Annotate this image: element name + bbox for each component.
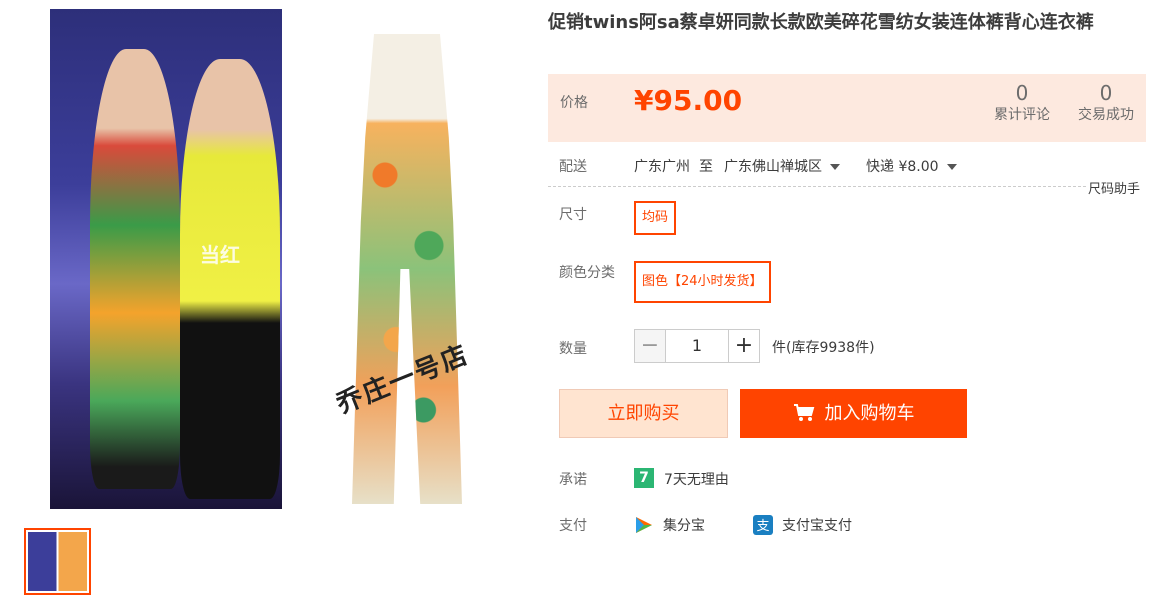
color-label: 颜色分类: [559, 265, 615, 281]
jifenbao-icon: [636, 517, 652, 533]
shipping-label: 配送: [559, 159, 587, 175]
deal-count: 0: [1099, 81, 1113, 105]
ship-to-select[interactable]: 广东佛山禅城区: [724, 156, 840, 176]
person-right: [180, 59, 280, 499]
thumbnail-image: [28, 532, 87, 591]
main-product-image[interactable]: 当红 乔庄一号店: [24, 9, 524, 509]
deal-label: 交易成功: [1078, 107, 1134, 123]
stock-text: 件(库存9938件): [772, 340, 875, 356]
ship-from: 广东广州: [634, 159, 690, 175]
color-option[interactable]: 图色【24小时发货】: [634, 261, 771, 303]
promise-text[interactable]: 7天无理由: [664, 469, 729, 489]
person-left: [90, 49, 180, 489]
quantity-stepper: − 1 +: [634, 329, 760, 363]
alipay-icon: 支: [753, 515, 773, 535]
product-title: 促销twins阿sa蔡卓妍同款长款欧美碎花雪纺女装连体裤背心连衣裤: [548, 12, 1094, 33]
cart-icon: [793, 404, 814, 421]
svg-text:支: 支: [756, 519, 769, 534]
price-value: ¥95.00: [634, 84, 743, 117]
gallery-thumbnail[interactable]: [24, 528, 91, 595]
decrease-button[interactable]: −: [634, 329, 666, 363]
payment-label: 支付: [559, 518, 587, 534]
ship-to-value: 广东佛山禅城区: [724, 159, 822, 175]
payment-alipay: 支付宝支付: [782, 518, 852, 534]
tv-logo: 当红: [200, 243, 240, 267]
promise-label: 承诺: [559, 472, 587, 488]
review-label: 累计评论: [994, 107, 1050, 123]
add-to-cart-label: 加入购物车: [824, 403, 915, 424]
chevron-down-icon: [830, 164, 840, 170]
payment-jifenbao: 集分宝: [663, 518, 705, 534]
ship-method-value: 快递 ¥8.00: [866, 159, 939, 175]
increase-button[interactable]: +: [728, 329, 760, 363]
add-to-cart-button[interactable]: 加入购物车: [740, 389, 967, 438]
seven-day-return-icon: 7: [634, 468, 654, 488]
size-option[interactable]: 均码: [634, 201, 677, 235]
price-label: 价格: [560, 95, 588, 111]
divider: [548, 186, 1086, 187]
jumpsuit-image: [352, 34, 462, 504]
ship-to-word: 至: [699, 159, 713, 175]
review-stat[interactable]: 0 累计评论: [990, 82, 1054, 124]
price-panel: 价格 ¥95.00 0 累计评论 0 交易成功: [548, 74, 1146, 142]
quantity-input[interactable]: 1: [666, 329, 728, 363]
review-count: 0: [1015, 81, 1029, 105]
size-label: 尺寸: [559, 207, 587, 223]
product-photo: 乔庄一号店: [292, 9, 524, 509]
celebrity-photo: 当红: [50, 9, 282, 509]
ship-method-select[interactable]: 快递 ¥8.00: [866, 156, 957, 176]
size-helper-link[interactable]: 尺码助手: [1088, 178, 1140, 197]
deal-stat: 0 交易成功: [1070, 82, 1142, 124]
buy-now-button[interactable]: 立即购买: [559, 389, 728, 438]
quantity-label: 数量: [559, 341, 587, 357]
chevron-down-icon: [946, 164, 957, 170]
